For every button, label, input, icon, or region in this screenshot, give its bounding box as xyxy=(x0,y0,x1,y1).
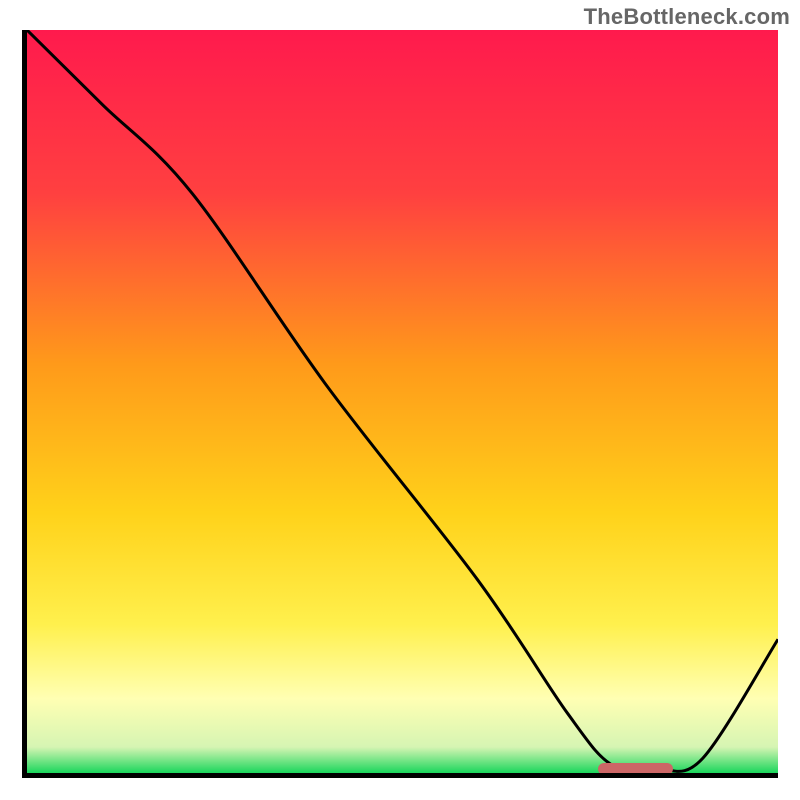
chart-stage: TheBottleneck.com xyxy=(0,0,800,800)
chart-background xyxy=(27,30,778,773)
watermark-text: TheBottleneck.com xyxy=(584,4,790,30)
chart-plot-area xyxy=(27,30,778,773)
chart-svg xyxy=(27,30,778,773)
highlight-marker xyxy=(598,763,673,773)
